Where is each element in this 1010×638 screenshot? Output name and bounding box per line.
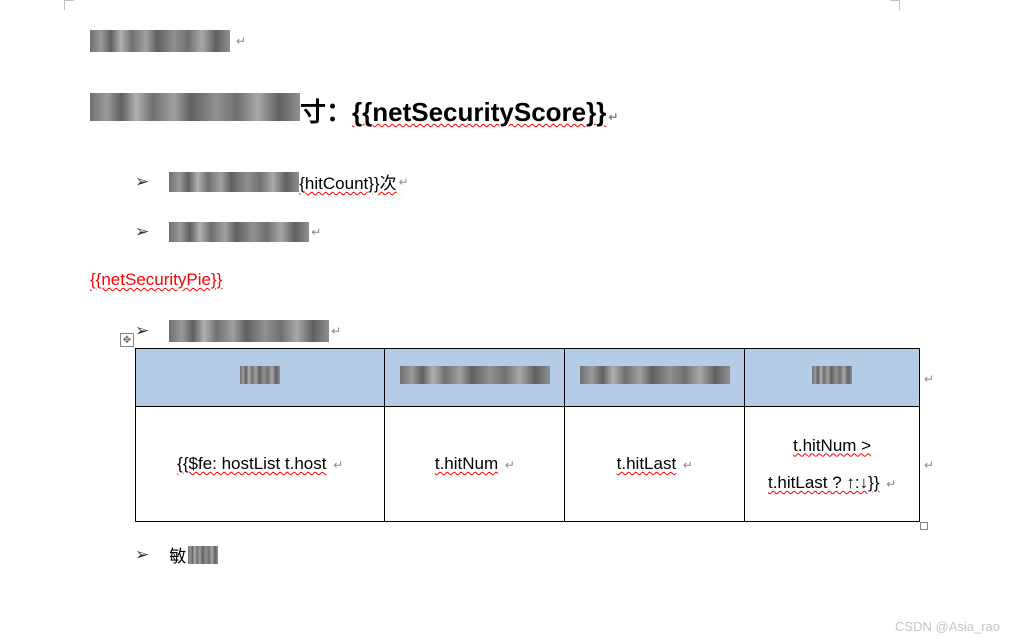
redacted-block: [90, 30, 230, 52]
inline-red-placeholder: {{netSecurityPie}}: [90, 270, 920, 290]
redacted-heading-block: [90, 93, 300, 121]
redacted-block: [400, 366, 550, 384]
redacted-block: [169, 172, 299, 192]
bullet-item-1: ➢ {hitCount}}次 ↵: [90, 169, 920, 194]
row-end-mark: ↵: [924, 372, 934, 386]
cell-expr-2: t.hitNum: [435, 454, 498, 473]
cell-expr-1: {{$fe: hostList t.host: [177, 454, 326, 473]
redacted-block: [580, 366, 730, 384]
table-cell: t.hitNum > t.hitLast ? ↑:↓}} ↵: [745, 407, 920, 522]
heading-placeholder: {{netSecurityScore}}: [352, 97, 606, 128]
cell-expr-4b: t.hitLast ? ↑:↓}}: [768, 473, 880, 492]
cell-expr-3: t.hitLast: [617, 454, 677, 473]
row-end-mark: ↵: [924, 458, 934, 472]
bullet-item-4: ➢ 敏: [90, 542, 920, 567]
heading-line: 寸： {{netSecurityScore}} ↵: [90, 92, 920, 129]
redacted-block: [188, 546, 218, 564]
redacted-block: [169, 222, 309, 242]
table-row: {{$fe: hostList t.host ↵ t.hitNum ↵ t.hi…: [136, 407, 920, 522]
paragraph-mark: ↵: [236, 34, 246, 48]
table-header-row: [136, 349, 920, 407]
bullet-item-3: ➢ ↵: [90, 320, 920, 342]
table-move-handle-icon[interactable]: ✥: [120, 333, 134, 347]
host-list-table: {{$fe: hostList t.host ↵ t.hitNum ↵ t.hi…: [135, 348, 920, 522]
paragraph-mark: ↵: [331, 324, 341, 338]
table-cell: t.hitLast ↵: [565, 407, 745, 522]
redacted-block: [169, 320, 329, 342]
bullet-item-2: ➢ ↵: [90, 222, 920, 242]
bullet-4-prefix: 敏: [169, 542, 186, 567]
paragraph-mark: ↵: [505, 458, 515, 472]
bullet-icon: ➢: [135, 321, 149, 341]
paragraph-mark: ↵: [311, 225, 321, 239]
cell-expr-4a: t.hitNum >: [793, 436, 871, 455]
redacted-block: [240, 366, 280, 384]
paragraph-mark: ↵: [608, 110, 618, 124]
table-cell: {{$fe: hostList t.host ↵: [136, 407, 385, 522]
bullet-icon: ➢: [135, 545, 149, 565]
table-cell: t.hitNum ↵: [385, 407, 565, 522]
table-wrapper: ✥: [135, 348, 920, 522]
bullet-icon: ➢: [135, 172, 149, 192]
page-margin-corner-left: [64, 0, 74, 10]
bullet-1-suffix: {hitCount}}次: [299, 169, 396, 194]
paragraph-mark: ↵: [333, 458, 343, 472]
paragraph-mark: ↵: [399, 175, 409, 189]
paragraph-mark: ↵: [683, 458, 693, 472]
page-margin-corner-right: [890, 0, 900, 10]
table-header-cell: [136, 349, 385, 407]
table-resize-handle-icon[interactable]: [920, 522, 928, 530]
table-header-cell: [565, 349, 745, 407]
document-body: ↵ 寸： {{netSecurityScore}} ↵ ➢ {hitCount}…: [0, 0, 1010, 567]
redacted-block: [812, 366, 852, 384]
bullet-icon: ➢: [135, 222, 149, 242]
table-header-cell: [385, 349, 565, 407]
paragraph-redacted-1: ↵: [90, 30, 920, 52]
heading-suffix: 寸：: [300, 92, 352, 129]
table-header-cell: [745, 349, 920, 407]
paragraph-mark: ↵: [886, 477, 896, 491]
watermark-text: CSDN @Asia_rao: [895, 619, 1000, 634]
